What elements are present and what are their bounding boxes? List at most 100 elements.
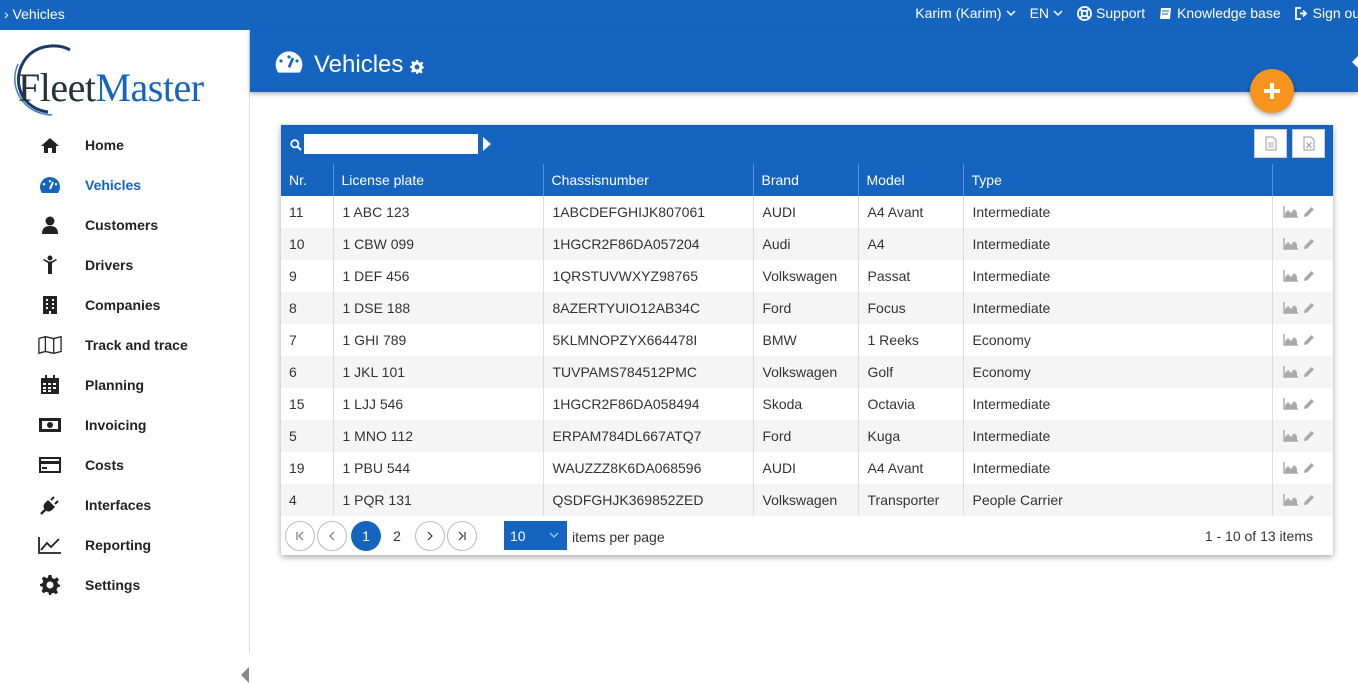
cell-type: Intermediate [962,228,1272,260]
edit-pencil-icon[interactable] [1303,237,1315,253]
sidebar-item-planning[interactable]: Planning [0,365,249,405]
edit-pencil-icon[interactable] [1303,333,1315,349]
search-input[interactable] [304,134,478,154]
cell-chassisnumber: 5KLMNOPZYX664478I [542,324,753,356]
sidebar-item-invoicing[interactable]: Invoicing [0,405,249,445]
cell-model: A4 [857,228,963,260]
table-row[interactable]: 7 1 GHI 789 5KLMNOPZYX664478I BMW 1 Reeks Eco… [281,324,1333,356]
edit-pencil-icon[interactable] [1303,301,1315,317]
user-icon [38,213,62,237]
chevron-down-icon [1053,10,1063,17]
edit-pencil-icon[interactable] [1303,461,1315,477]
sidebar-item-settings[interactable]: Settings [0,565,249,605]
book-icon [1160,7,1172,19]
chart-icon[interactable] [1282,269,1298,285]
sidebar-item-customers[interactable]: Customers [0,205,249,245]
sidebar-item-label: Drivers [85,257,134,273]
logo-text-fleet: Fleet [18,65,96,110]
cell-nr: 5 [281,420,333,452]
column-header-license-plate[interactable]: License plate [332,164,543,196]
column-header-nr[interactable]: Nr. [281,164,333,196]
export-pdf-button[interactable] [1254,129,1287,158]
page-2-button[interactable]: 2 [382,521,412,551]
sidebar-collapse-handle[interactable] [241,667,249,683]
page-size-select[interactable]: 10 [504,521,567,550]
chart-icon[interactable] [1282,333,1298,349]
knowledge-base-label: Knowledge base [1177,5,1281,21]
chart-icon[interactable] [1282,365,1298,381]
cell-chassisnumber: 1QRSTUVWXYZ98765 [542,260,753,292]
chart-icon[interactable] [1282,301,1298,317]
chart-icon[interactable] [1282,493,1298,509]
cell-nr: 11 [289,204,304,220]
plus-icon [1264,83,1280,99]
table-row[interactable]: 15 1 LJJ 546 1HGCR2F86DA058494 Skoda Octavia… [281,388,1333,420]
page-settings-gear-icon[interactable] [410,60,424,74]
support-link[interactable]: Support [1077,5,1145,21]
row-actions [1271,292,1333,324]
previous-page-button[interactable] [317,521,347,551]
driver-icon [38,253,62,277]
knowledge-base-link[interactable]: Knowledge base [1159,5,1281,21]
cell-brand: Volkswagen [752,484,858,516]
sidebar-item-companies[interactable]: Companies [0,285,249,325]
pager-info: 1 - 10 of 13 items [1204,528,1313,544]
cell-nr: 4 [281,484,333,516]
user-menu[interactable]: Karim (Karim) [915,5,1016,21]
table-row[interactable]: 61 JKL 101 TUVPAMS784512PMC Volkswagen Golf… [281,356,1333,388]
sidebar-item-interfaces[interactable]: Interfaces [0,485,249,525]
export-excel-button[interactable] [1292,129,1325,158]
cell-brand: BMW [752,324,858,356]
sign-out-link[interactable]: Sign out [1294,5,1358,21]
panel-toggle-arrow-icon[interactable] [1352,56,1358,68]
last-page-button[interactable] [447,521,477,551]
table-row[interactable]: 51 MNO 112 ERPAM784DL667ATQ7 Ford Kuga Inter… [281,420,1333,452]
chart-icon[interactable] [1282,397,1298,413]
cell-nr: 6 [281,356,333,388]
edit-pencil-icon[interactable] [1303,397,1315,413]
column-header-brand[interactable]: Brand [752,164,858,196]
cell-model: Focus [857,292,963,324]
edit-pencil-icon[interactable] [1303,205,1315,221]
fleetmaster-logo[interactable]: FleetMaster [8,42,243,118]
search-go-button[interactable] [483,137,491,151]
edit-pencil-icon[interactable] [1303,365,1315,381]
sidebar-item-drivers[interactable]: Drivers [0,245,249,285]
cell-type: Intermediate [962,452,1272,484]
edit-pencil-icon[interactable] [1303,269,1315,285]
search-icon [290,139,302,151]
cell-type: Intermediate [962,196,1272,228]
column-header-model[interactable]: Model [857,164,963,196]
cell-license-plate: 1 DSE 188 [332,292,543,324]
chart-icon[interactable] [1282,461,1298,477]
column-header-type[interactable]: Type [962,164,1272,196]
first-page-button[interactable] [285,521,315,551]
sidebar-item-home[interactable]: Home [0,125,249,165]
page-1-button[interactable]: 1 [351,521,381,551]
row-actions [1271,356,1333,388]
chart-icon[interactable] [1282,429,1298,445]
sidebar-item-costs[interactable]: Costs [0,445,249,485]
add-vehicle-button[interactable] [1250,69,1294,113]
row-actions [1271,260,1333,292]
chart-icon[interactable] [1282,205,1298,221]
table-row[interactable]: 10 1 CBW 099 1HGCR2F86DA057204 Audi A4 Interm… [281,228,1333,260]
table-row[interactable]: 81 DSE 188 8AZERTYUIO12AB34C Ford Focus Inte… [281,292,1333,324]
column-header-chassisnumber[interactable]: Chassisnumber [542,164,753,196]
table-row[interactable]: 11 1 ABC 123 1ABCDEFGHIJK807061 AUDI A4 Avan… [281,196,1333,228]
plug-icon [38,493,62,517]
sidebar-item-reporting[interactable]: Reporting [0,525,249,565]
table-row[interactable]: 9 1 DEF 456 1QRSTUVWXYZ98765 Volkswagen Pass… [281,260,1333,292]
sidebar-item-vehicles[interactable]: Vehicles [0,165,249,205]
edit-pencil-icon[interactable] [1303,429,1315,445]
cell-chassisnumber: WAUZZZ8K6DA068596 [542,452,753,484]
language-menu[interactable]: EN [1030,5,1063,21]
cell-chassisnumber: 1HGCR2F86DA058494 [542,388,753,420]
table-row[interactable]: 41 PQR 131 QSDFGHJK369852ZED Volkswagen Tra… [281,484,1333,516]
next-page-button[interactable] [415,521,445,551]
chart-icon[interactable] [1282,237,1298,253]
table-row[interactable]: 19 1 PBU 544 WAUZZZ8K6DA068596 AUDI A4 Avant… [281,452,1333,484]
edit-pencil-icon[interactable] [1303,493,1315,509]
cell-model: Passat [857,260,963,292]
sidebar-item-track-and-trace[interactable]: Track and trace [0,325,249,365]
